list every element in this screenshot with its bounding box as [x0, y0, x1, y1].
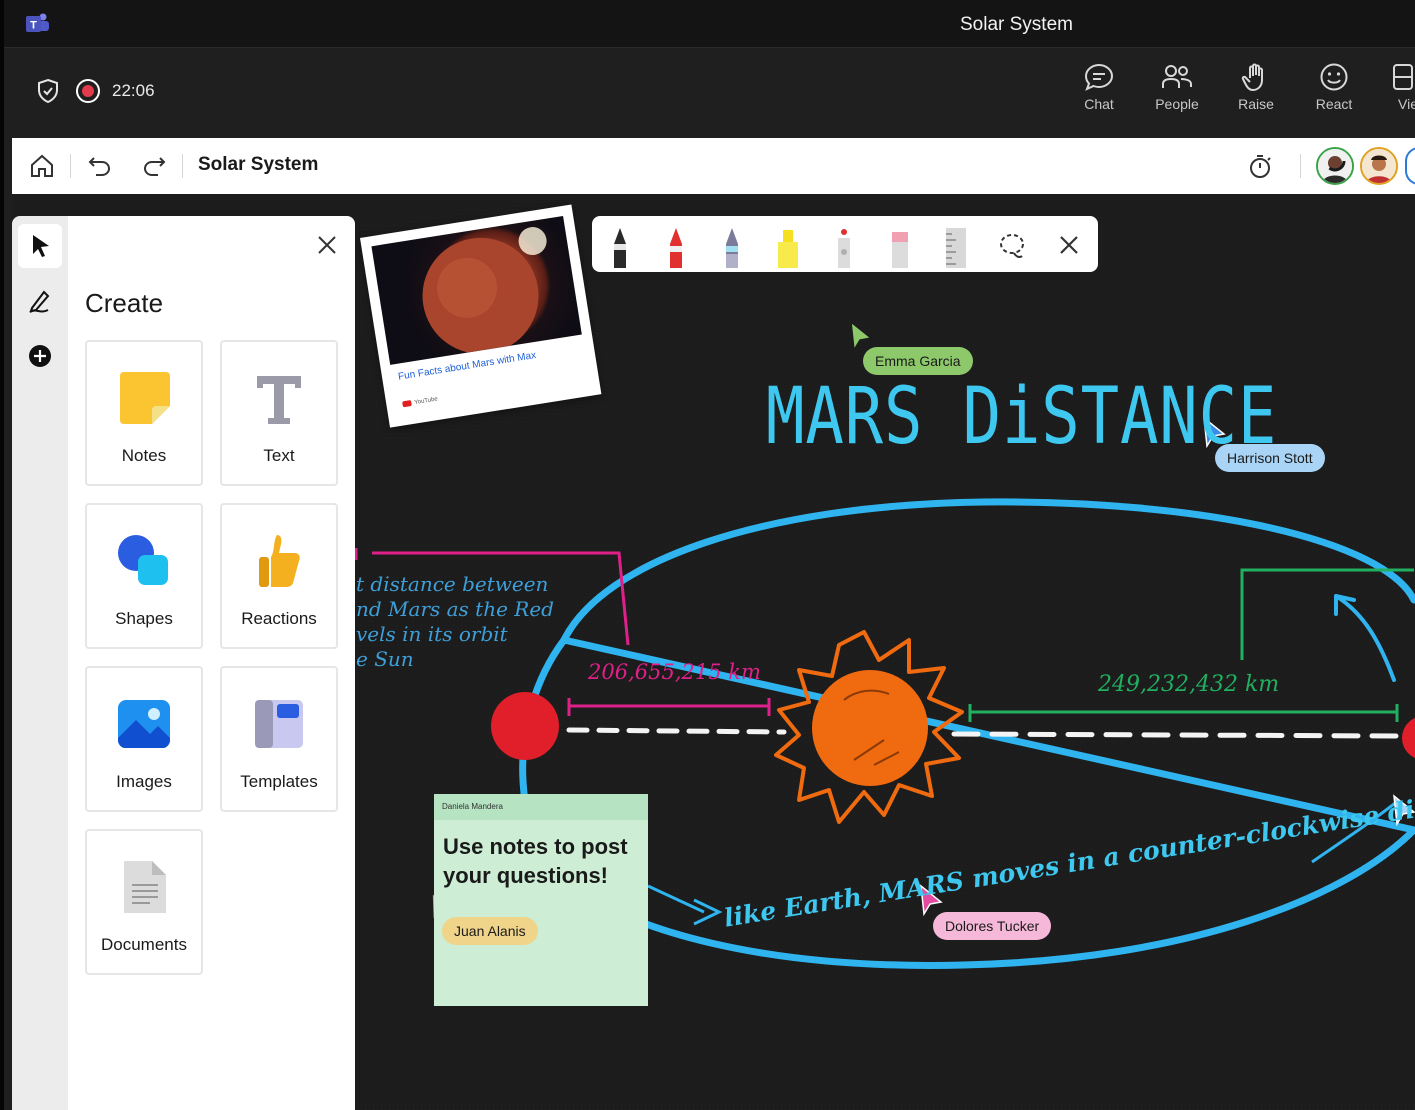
- youtube-icon: [402, 400, 412, 408]
- mars-left: [491, 692, 559, 760]
- documents-tile-label: Documents: [101, 935, 187, 954]
- annotation-line: nd Mars as the Red: [356, 597, 554, 621]
- whiteboard-toolbar: Solar System: [12, 138, 1415, 194]
- pointer-icon: [33, 235, 49, 257]
- people-button-label: People: [1155, 96, 1199, 112]
- documents-tile[interactable]: Documents: [85, 829, 203, 975]
- recording-indicator-icon: [76, 79, 100, 103]
- reactions-tile-label: Reactions: [241, 609, 317, 628]
- templates-tile-label: Templates: [240, 772, 318, 791]
- rainbow-pen-icon[interactable]: [714, 224, 750, 270]
- chat-button-label: Chat: [1084, 96, 1114, 112]
- toolbar-divider: [70, 154, 71, 178]
- templates-icon: [255, 700, 303, 748]
- create-panel: Create Notes Text Shapes Reactions Image…: [68, 216, 355, 1110]
- images-tile[interactable]: Images: [85, 666, 203, 812]
- chat-button[interactable]: Chat: [1064, 62, 1134, 122]
- yellow-highlighter-icon[interactable]: [770, 224, 806, 270]
- avatar[interactable]: [1316, 147, 1354, 185]
- hand-icon: [1241, 63, 1263, 92]
- people-icon: [1162, 65, 1192, 88]
- sticky-note-icon: [120, 372, 170, 424]
- smile-icon: [1320, 63, 1348, 91]
- cursor-label-dolores: Dolores Tucker: [933, 912, 1052, 940]
- notes-tile-label: Notes: [121, 446, 167, 465]
- document-icon: [124, 861, 166, 913]
- pen-icon: [29, 290, 50, 313]
- text-icon: [257, 376, 301, 424]
- laser-pointer-icon[interactable]: [826, 224, 862, 270]
- notes-tile[interactable]: Notes: [85, 340, 203, 486]
- toolbar-divider: [1300, 154, 1301, 178]
- title-bar: T Solar System: [4, 0, 1415, 48]
- undo-icon[interactable]: [86, 152, 114, 180]
- meeting-bar: 22:06 Chat People Raise React Vi: [4, 48, 1415, 136]
- inking-tool-button[interactable]: [18, 278, 62, 322]
- meeting-timer: 22:06: [112, 81, 155, 100]
- thumbs-up-icon: [259, 535, 300, 587]
- create-panel-title: Create: [85, 288, 164, 318]
- annotation-line: t distance between: [356, 572, 549, 596]
- image-icon: [118, 700, 170, 748]
- dashed-line-left: [566, 727, 787, 735]
- board-title: Solar System: [198, 154, 319, 175]
- timer-icon[interactable]: [1246, 152, 1274, 180]
- teams-window: T Solar System 22:06 Chat People Raise R…: [0, 0, 1415, 1110]
- avatar[interactable]: [1360, 147, 1398, 185]
- chat-icon: [1084, 63, 1114, 91]
- react-button[interactable]: React: [1299, 62, 1369, 122]
- note-author: Daniela Mandera: [434, 794, 648, 820]
- pen-toolbar: [592, 216, 1098, 272]
- cursor-label-harrison: Harrison Stott: [1215, 444, 1325, 472]
- tool-rail: [12, 216, 68, 1110]
- close-icon[interactable]: [1054, 230, 1084, 260]
- note-text[interactable]: Use notes to post your questions!: [443, 832, 641, 890]
- toolbar-divider: [182, 154, 183, 178]
- annotation-line: e Sun: [356, 647, 414, 671]
- shield-check-icon[interactable]: [36, 78, 60, 104]
- text-tile[interactable]: Text: [220, 340, 338, 486]
- annotation-line: vels in its orbit: [356, 622, 508, 646]
- window-title: Solar System: [960, 14, 1073, 35]
- cursor-label-emma: Emma Garcia: [863, 347, 973, 375]
- lasso-select-icon[interactable]: [994, 228, 1030, 264]
- view-button[interactable]: View: [1378, 62, 1415, 122]
- view-button-label: View: [1398, 96, 1415, 112]
- red-pen-icon[interactable]: [658, 224, 694, 270]
- black-pen-icon[interactable]: [602, 224, 638, 270]
- redo-icon[interactable]: [140, 152, 168, 180]
- close-icon[interactable]: [316, 234, 338, 256]
- react-button-label: React: [1315, 96, 1353, 112]
- video-source-label: YouTube: [414, 396, 439, 407]
- templates-tile[interactable]: Templates: [220, 666, 338, 812]
- people-button[interactable]: People: [1142, 62, 1212, 122]
- home-icon[interactable]: [28, 152, 56, 180]
- annotation-text[interactable]: t distance between nd Mars as the Red ve…: [356, 572, 554, 672]
- reactions-tile[interactable]: Reactions: [220, 503, 338, 649]
- raise-hand-button[interactable]: Raise: [1221, 62, 1291, 122]
- avatar[interactable]: [1405, 147, 1415, 185]
- video-source: YouTube: [402, 396, 438, 408]
- create-tool-button[interactable]: [18, 334, 62, 378]
- shapes-tile[interactable]: Shapes: [85, 503, 203, 649]
- ruler-icon[interactable]: [938, 224, 974, 270]
- raise-button-label: Raise: [1238, 96, 1274, 112]
- sticky-note[interactable]: Daniela Mandera Use notes to post your q…: [434, 794, 648, 1006]
- shapes-icon: [118, 535, 168, 585]
- mars-photo: [371, 215, 582, 365]
- eraser-icon[interactable]: [882, 224, 918, 270]
- distance-right-text[interactable]: 249,232,432 km: [1098, 672, 1279, 697]
- video-card[interactable]: Fun Facts about Mars with Max YouTube: [360, 204, 602, 428]
- plus-icon: [29, 345, 51, 367]
- text-tile-label: Text: [263, 446, 295, 465]
- images-tile-label: Images: [116, 772, 172, 791]
- distance-left-text[interactable]: 206,655,215 km: [588, 660, 761, 684]
- view-icon: [1393, 64, 1413, 90]
- shapes-tile-label: Shapes: [115, 609, 173, 628]
- select-tool-button[interactable]: [18, 224, 62, 268]
- cursor-label-juan: Juan Alanis: [442, 917, 538, 945]
- headline-text[interactable]: MARS DiSTANCE: [766, 372, 1277, 462]
